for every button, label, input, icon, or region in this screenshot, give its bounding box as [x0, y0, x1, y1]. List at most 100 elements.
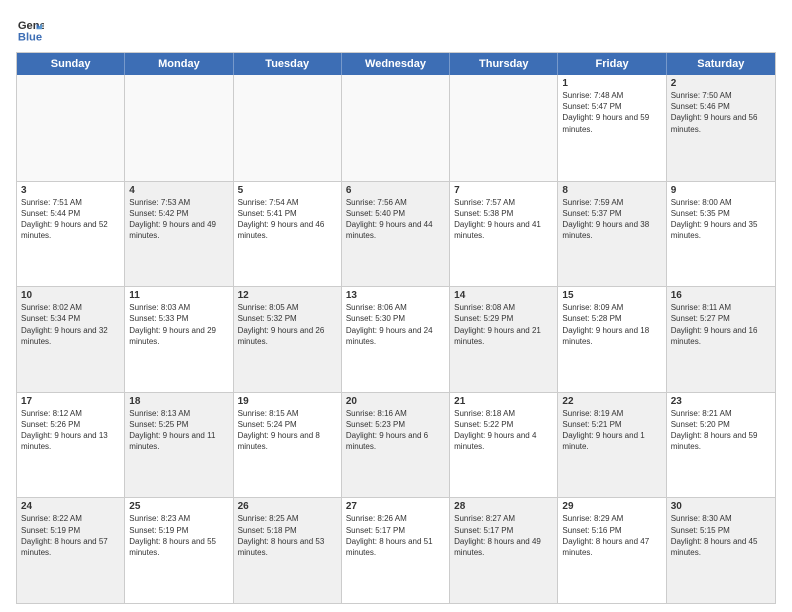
- day-info: Sunrise: 8:11 AM Sunset: 5:27 PM Dayligh…: [671, 302, 771, 347]
- empty-cell: [125, 75, 233, 181]
- day-info: Sunrise: 7:57 AM Sunset: 5:38 PM Dayligh…: [454, 197, 553, 242]
- day-info: Sunrise: 7:50 AM Sunset: 5:46 PM Dayligh…: [671, 90, 771, 135]
- calendar-row-1: 3Sunrise: 7:51 AM Sunset: 5:44 PM Daylig…: [17, 181, 775, 287]
- day-info: Sunrise: 8:21 AM Sunset: 5:20 PM Dayligh…: [671, 408, 771, 453]
- day-info: Sunrise: 8:27 AM Sunset: 5:17 PM Dayligh…: [454, 513, 553, 558]
- day-number: 22: [562, 396, 661, 407]
- day-cell-19: 19Sunrise: 8:15 AM Sunset: 5:24 PM Dayli…: [234, 393, 342, 498]
- day-number: 15: [562, 290, 661, 301]
- day-info: Sunrise: 8:23 AM Sunset: 5:19 PM Dayligh…: [129, 513, 228, 558]
- calendar-header: SundayMondayTuesdayWednesdayThursdayFrid…: [17, 53, 775, 75]
- day-number: 12: [238, 290, 337, 301]
- calendar-row-3: 17Sunrise: 8:12 AM Sunset: 5:26 PM Dayli…: [17, 392, 775, 498]
- calendar-row-0: 1Sunrise: 7:48 AM Sunset: 5:47 PM Daylig…: [17, 75, 775, 181]
- day-number: 19: [238, 396, 337, 407]
- day-of-week-sunday: Sunday: [17, 53, 125, 75]
- day-info: Sunrise: 8:05 AM Sunset: 5:32 PM Dayligh…: [238, 302, 337, 347]
- day-number: 4: [129, 185, 228, 196]
- day-cell-18: 18Sunrise: 8:13 AM Sunset: 5:25 PM Dayli…: [125, 393, 233, 498]
- day-info: Sunrise: 8:03 AM Sunset: 5:33 PM Dayligh…: [129, 302, 228, 347]
- day-cell-6: 6Sunrise: 7:56 AM Sunset: 5:40 PM Daylig…: [342, 182, 450, 287]
- day-number: 14: [454, 290, 553, 301]
- day-number: 24: [21, 501, 120, 512]
- day-number: 10: [21, 290, 120, 301]
- day-info: Sunrise: 8:19 AM Sunset: 5:21 PM Dayligh…: [562, 408, 661, 453]
- day-info: Sunrise: 8:06 AM Sunset: 5:30 PM Dayligh…: [346, 302, 445, 347]
- day-cell-3: 3Sunrise: 7:51 AM Sunset: 5:44 PM Daylig…: [17, 182, 125, 287]
- logo-icon: General Blue: [16, 16, 44, 44]
- day-cell-10: 10Sunrise: 8:02 AM Sunset: 5:34 PM Dayli…: [17, 287, 125, 392]
- day-info: Sunrise: 7:48 AM Sunset: 5:47 PM Dayligh…: [562, 90, 661, 135]
- day-cell-20: 20Sunrise: 8:16 AM Sunset: 5:23 PM Dayli…: [342, 393, 450, 498]
- day-number: 27: [346, 501, 445, 512]
- day-number: 7: [454, 185, 553, 196]
- day-cell-13: 13Sunrise: 8:06 AM Sunset: 5:30 PM Dayli…: [342, 287, 450, 392]
- day-number: 5: [238, 185, 337, 196]
- day-cell-24: 24Sunrise: 8:22 AM Sunset: 5:19 PM Dayli…: [17, 498, 125, 603]
- day-cell-14: 14Sunrise: 8:08 AM Sunset: 5:29 PM Dayli…: [450, 287, 558, 392]
- day-number: 26: [238, 501, 337, 512]
- day-of-week-friday: Friday: [558, 53, 666, 75]
- day-info: Sunrise: 8:12 AM Sunset: 5:26 PM Dayligh…: [21, 408, 120, 453]
- day-cell-17: 17Sunrise: 8:12 AM Sunset: 5:26 PM Dayli…: [17, 393, 125, 498]
- day-info: Sunrise: 8:02 AM Sunset: 5:34 PM Dayligh…: [21, 302, 120, 347]
- day-number: 6: [346, 185, 445, 196]
- day-number: 11: [129, 290, 228, 301]
- day-of-week-tuesday: Tuesday: [234, 53, 342, 75]
- day-cell-7: 7Sunrise: 7:57 AM Sunset: 5:38 PM Daylig…: [450, 182, 558, 287]
- day-cell-22: 22Sunrise: 8:19 AM Sunset: 5:21 PM Dayli…: [558, 393, 666, 498]
- day-cell-16: 16Sunrise: 8:11 AM Sunset: 5:27 PM Dayli…: [667, 287, 775, 392]
- day-cell-30: 30Sunrise: 8:30 AM Sunset: 5:15 PM Dayli…: [667, 498, 775, 603]
- day-info: Sunrise: 8:30 AM Sunset: 5:15 PM Dayligh…: [671, 513, 771, 558]
- day-number: 25: [129, 501, 228, 512]
- day-number: 17: [21, 396, 120, 407]
- day-cell-15: 15Sunrise: 8:09 AM Sunset: 5:28 PM Dayli…: [558, 287, 666, 392]
- day-number: 1: [562, 78, 661, 89]
- day-info: Sunrise: 7:51 AM Sunset: 5:44 PM Dayligh…: [21, 197, 120, 242]
- day-of-week-thursday: Thursday: [450, 53, 558, 75]
- day-cell-27: 27Sunrise: 8:26 AM Sunset: 5:17 PM Dayli…: [342, 498, 450, 603]
- day-info: Sunrise: 7:53 AM Sunset: 5:42 PM Dayligh…: [129, 197, 228, 242]
- day-cell-26: 26Sunrise: 8:25 AM Sunset: 5:18 PM Dayli…: [234, 498, 342, 603]
- day-info: Sunrise: 8:15 AM Sunset: 5:24 PM Dayligh…: [238, 408, 337, 453]
- day-info: Sunrise: 8:29 AM Sunset: 5:16 PM Dayligh…: [562, 513, 661, 558]
- day-number: 18: [129, 396, 228, 407]
- day-cell-28: 28Sunrise: 8:27 AM Sunset: 5:17 PM Dayli…: [450, 498, 558, 603]
- day-info: Sunrise: 7:56 AM Sunset: 5:40 PM Dayligh…: [346, 197, 445, 242]
- day-number: 8: [562, 185, 661, 196]
- day-cell-9: 9Sunrise: 8:00 AM Sunset: 5:35 PM Daylig…: [667, 182, 775, 287]
- day-number: 2: [671, 78, 771, 89]
- empty-cell: [234, 75, 342, 181]
- empty-cell: [342, 75, 450, 181]
- day-cell-21: 21Sunrise: 8:18 AM Sunset: 5:22 PM Dayli…: [450, 393, 558, 498]
- day-info: Sunrise: 8:08 AM Sunset: 5:29 PM Dayligh…: [454, 302, 553, 347]
- day-cell-25: 25Sunrise: 8:23 AM Sunset: 5:19 PM Dayli…: [125, 498, 233, 603]
- day-cell-8: 8Sunrise: 7:59 AM Sunset: 5:37 PM Daylig…: [558, 182, 666, 287]
- day-cell-1: 1Sunrise: 7:48 AM Sunset: 5:47 PM Daylig…: [558, 75, 666, 181]
- day-info: Sunrise: 8:26 AM Sunset: 5:17 PM Dayligh…: [346, 513, 445, 558]
- calendar: SundayMondayTuesdayWednesdayThursdayFrid…: [16, 52, 776, 604]
- day-info: Sunrise: 7:54 AM Sunset: 5:41 PM Dayligh…: [238, 197, 337, 242]
- calendar-body: 1Sunrise: 7:48 AM Sunset: 5:47 PM Daylig…: [17, 75, 775, 603]
- day-cell-23: 23Sunrise: 8:21 AM Sunset: 5:20 PM Dayli…: [667, 393, 775, 498]
- day-number: 16: [671, 290, 771, 301]
- day-number: 23: [671, 396, 771, 407]
- day-number: 13: [346, 290, 445, 301]
- svg-text:Blue: Blue: [18, 31, 42, 43]
- day-info: Sunrise: 7:59 AM Sunset: 5:37 PM Dayligh…: [562, 197, 661, 242]
- day-cell-4: 4Sunrise: 7:53 AM Sunset: 5:42 PM Daylig…: [125, 182, 233, 287]
- day-info: Sunrise: 8:18 AM Sunset: 5:22 PM Dayligh…: [454, 408, 553, 453]
- day-info: Sunrise: 8:25 AM Sunset: 5:18 PM Dayligh…: [238, 513, 337, 558]
- header: General Blue: [16, 16, 776, 44]
- day-number: 9: [671, 185, 771, 196]
- day-cell-12: 12Sunrise: 8:05 AM Sunset: 5:32 PM Dayli…: [234, 287, 342, 392]
- day-number: 20: [346, 396, 445, 407]
- calendar-row-4: 24Sunrise: 8:22 AM Sunset: 5:19 PM Dayli…: [17, 497, 775, 603]
- day-info: Sunrise: 8:13 AM Sunset: 5:25 PM Dayligh…: [129, 408, 228, 453]
- day-number: 29: [562, 501, 661, 512]
- day-cell-29: 29Sunrise: 8:29 AM Sunset: 5:16 PM Dayli…: [558, 498, 666, 603]
- day-number: 21: [454, 396, 553, 407]
- day-info: Sunrise: 8:22 AM Sunset: 5:19 PM Dayligh…: [21, 513, 120, 558]
- day-cell-5: 5Sunrise: 7:54 AM Sunset: 5:41 PM Daylig…: [234, 182, 342, 287]
- logo: General Blue: [16, 16, 48, 44]
